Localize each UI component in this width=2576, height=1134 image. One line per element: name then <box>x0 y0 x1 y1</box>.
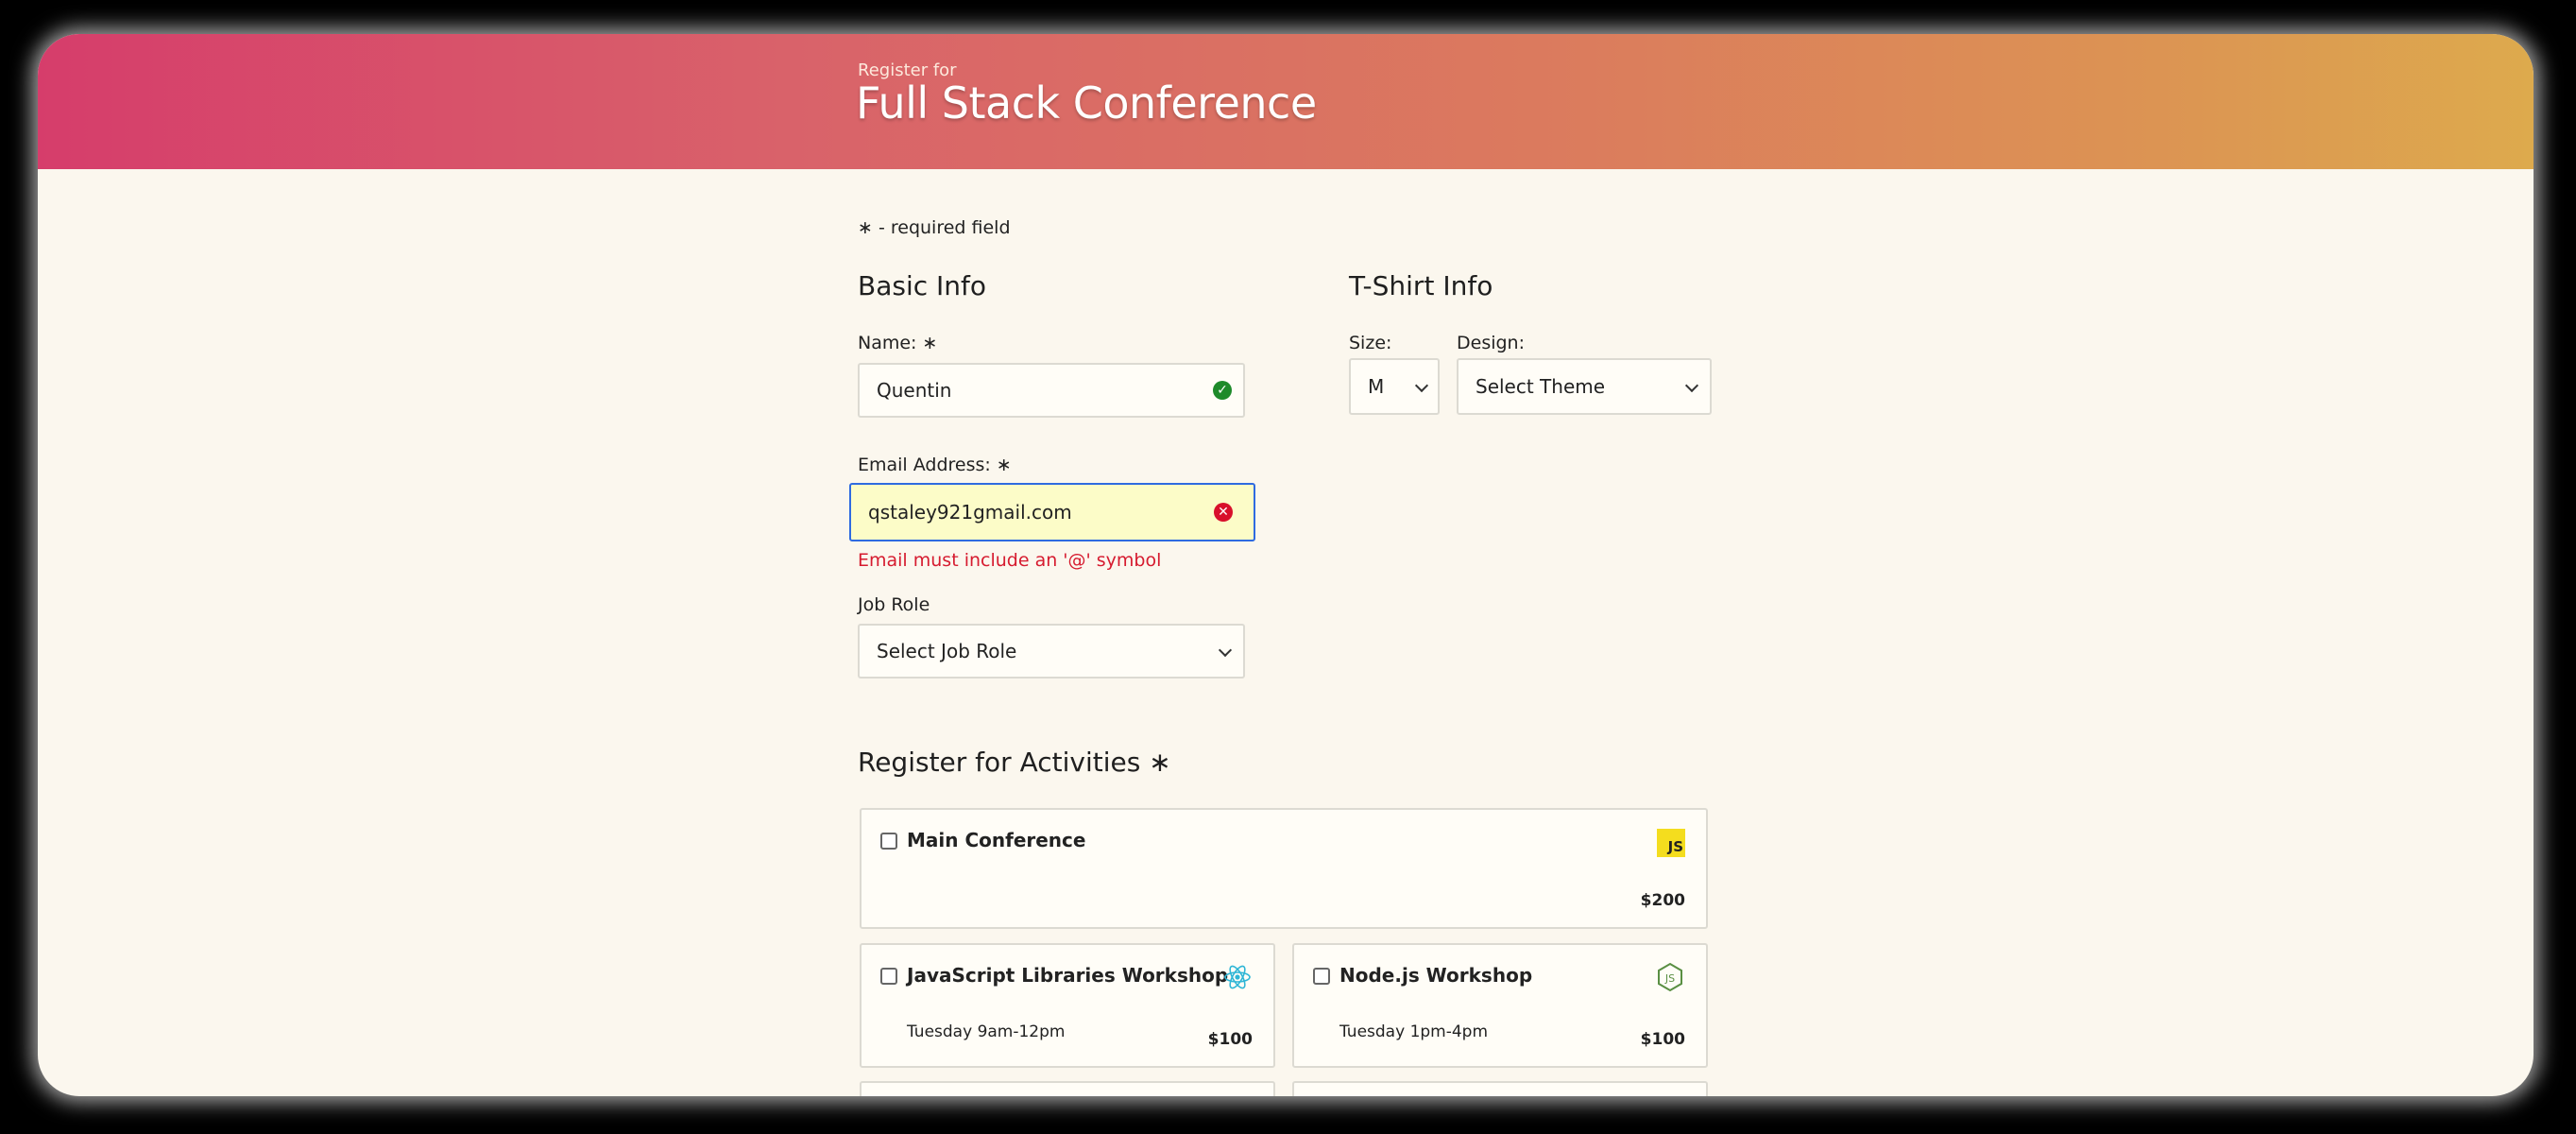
email-value: qstaley921gmail.com <box>868 501 1072 524</box>
name-value: Quentin <box>877 379 952 402</box>
email-error-message: Email must include an '@' symbol <box>858 550 1162 571</box>
activity-js-libraries-workshop[interactable]: JavaScript Libraries Workshop Tuesday 9a… <box>860 943 1275 1068</box>
design-select[interactable]: Select Theme <box>1457 358 1712 415</box>
browser-window: Register for Full Stack Conference ∗ - r… <box>38 34 2533 1096</box>
activity-main-conference[interactable]: Main Conference JS $200 <box>860 808 1708 929</box>
activity-card-partial[interactable] <box>1292 1081 1708 1096</box>
nodejs-icon: JS <box>1658 962 1682 992</box>
email-field[interactable]: qstaley921gmail.com ✕ <box>849 483 1255 541</box>
activity-card-partial[interactable] <box>860 1081 1275 1096</box>
activity-checkbox[interactable] <box>1313 968 1330 985</box>
design-label: Design: <box>1457 333 1526 353</box>
activity-name: JavaScript Libraries Workshop <box>907 964 1229 987</box>
chevron-down-icon <box>1218 643 1233 658</box>
chevron-down-icon <box>1414 378 1429 393</box>
svg-text:JS: JS <box>1664 972 1675 985</box>
size-value: M <box>1368 375 1385 398</box>
chevron-down-icon <box>1684 378 1699 393</box>
job-role-select[interactable]: Select Job Role <box>858 624 1245 679</box>
page-title: Full Stack Conference <box>856 77 1317 129</box>
javascript-icon: JS <box>1657 829 1685 857</box>
activity-time: Tuesday 1pm-4pm <box>1339 1022 1489 1041</box>
design-value: Select Theme <box>1476 375 1606 398</box>
size-label: Size: <box>1349 333 1392 353</box>
activity-name: Node.js Workshop <box>1339 964 1533 987</box>
activity-nodejs-workshop[interactable]: Node.js Workshop JS Tuesday 1pm-4pm $100 <box>1292 943 1708 1068</box>
basic-info-heading: Basic Info <box>858 270 987 301</box>
activity-checkbox[interactable] <box>880 833 897 850</box>
size-select[interactable]: M <box>1349 358 1440 415</box>
job-role-label: Job Role <box>858 594 930 615</box>
tshirt-info-heading: T-Shirt Info <box>1349 270 1493 301</box>
job-role-value: Select Job Role <box>877 640 1017 662</box>
name-field[interactable]: Quentin ✓ <box>858 363 1245 418</box>
error-x-icon: ✕ <box>1214 503 1233 522</box>
react-icon <box>1224 965 1251 989</box>
name-label: Name: ∗ <box>858 333 938 353</box>
activity-price: $100 <box>1207 1030 1253 1049</box>
valid-check-icon: ✓ <box>1213 381 1232 400</box>
activity-name: Main Conference <box>907 829 1086 851</box>
email-label: Email Address: ∗ <box>858 455 1012 475</box>
activity-price: $100 <box>1640 1030 1685 1049</box>
activity-time: Tuesday 9am-12pm <box>907 1022 1066 1041</box>
activity-price: $200 <box>1640 891 1685 910</box>
activity-checkbox[interactable] <box>880 968 897 985</box>
page-header: Register for Full Stack Conference <box>38 34 2533 169</box>
required-field-note: ∗ - required field <box>858 217 1011 238</box>
activities-heading: Register for Activities ∗ <box>858 747 1171 778</box>
